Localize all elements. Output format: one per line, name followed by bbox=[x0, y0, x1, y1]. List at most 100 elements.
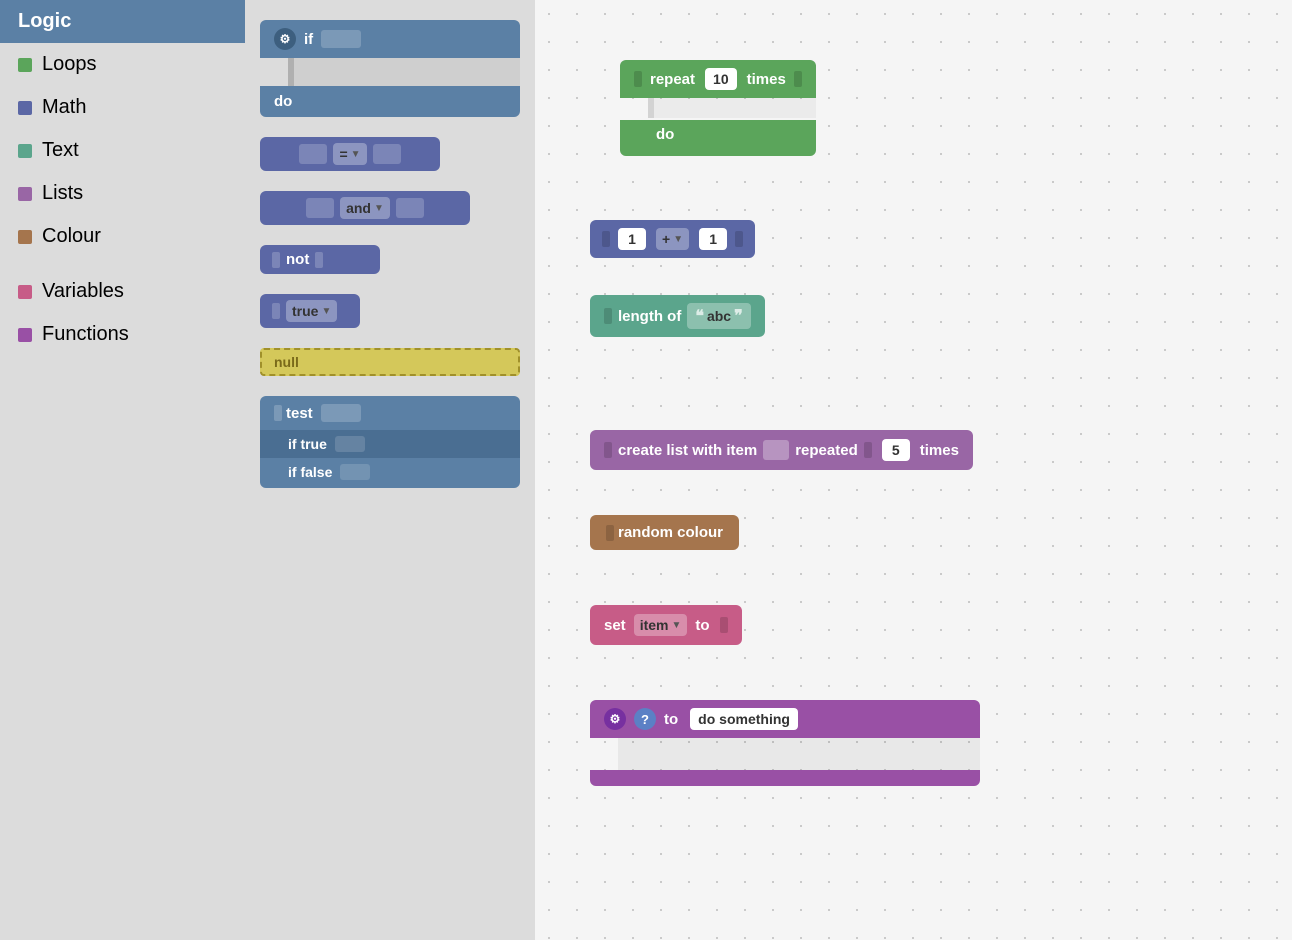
func-to-label: to bbox=[664, 711, 678, 728]
and-block[interactable]: and ▼ bbox=[260, 191, 520, 225]
list-times-label: times bbox=[920, 442, 959, 459]
open-quote-icon: ❝ bbox=[695, 306, 704, 326]
workspace: repeat 10 times do 1 + ▼ 1 len bbox=[535, 0, 1292, 940]
length-notch bbox=[604, 308, 612, 324]
equals-slot-right bbox=[373, 144, 401, 164]
equals-slot-left bbox=[299, 144, 327, 164]
colour-color-dot bbox=[18, 230, 32, 244]
func-name[interactable]: do something bbox=[690, 708, 798, 730]
function-block[interactable]: ⚙ ? to do something bbox=[590, 700, 980, 786]
sidebar-item-lists[interactable]: Lists bbox=[0, 172, 245, 215]
lists-color-dot bbox=[18, 187, 32, 201]
list-value[interactable]: 5 bbox=[882, 439, 910, 461]
repeat-value[interactable]: 10 bbox=[705, 68, 737, 90]
variables-color-dot bbox=[18, 285, 32, 299]
dropdown-arrow-icon: ▼ bbox=[351, 149, 361, 160]
sidebar-item-loops[interactable]: Loops bbox=[0, 43, 245, 86]
ternary-block[interactable]: test if true if false bbox=[260, 396, 520, 488]
ternary-notch bbox=[274, 405, 282, 421]
dropdown-arrow-icon2: ▼ bbox=[374, 203, 384, 214]
null-block[interactable]: null bbox=[260, 348, 520, 376]
var-dropdown-arrow: ▼ bbox=[671, 620, 681, 631]
if-block[interactable]: ⚙ if do bbox=[260, 20, 520, 117]
text-color-dot bbox=[18, 144, 32, 158]
sidebar-label-text: Text bbox=[42, 139, 79, 162]
repeat-notch-right bbox=[794, 71, 802, 87]
true-block[interactable]: true ▼ bbox=[260, 294, 520, 328]
repeat-block[interactable]: repeat 10 times do bbox=[620, 60, 816, 156]
loops-color-dot bbox=[18, 58, 32, 72]
var-slot bbox=[720, 617, 728, 633]
and-slot-right bbox=[396, 198, 424, 218]
sidebar-label-loops: Loops bbox=[42, 53, 97, 76]
length-block[interactable]: length of ❝ abc ❞ bbox=[590, 295, 765, 337]
sidebar-item-text[interactable]: Text bbox=[0, 129, 245, 172]
true-dropdown-arrow: ▼ bbox=[321, 306, 331, 317]
func-question-icon: ? bbox=[634, 708, 656, 730]
not-notch bbox=[272, 252, 280, 268]
colour-block[interactable]: random colour bbox=[590, 515, 739, 550]
math-block[interactable]: 1 + ▼ 1 bbox=[590, 220, 755, 258]
var-name-dropdown[interactable]: item ▼ bbox=[634, 614, 688, 636]
list-block[interactable]: create list with item repeated 5 times bbox=[590, 430, 973, 470]
blocks-panel: ⚙ if do = ▼ and ▼ bbox=[245, 0, 535, 940]
math-notch-right bbox=[735, 231, 743, 247]
colour-notch bbox=[606, 525, 614, 541]
list-notch-mid bbox=[864, 442, 872, 458]
repeat-label: repeat bbox=[650, 71, 695, 88]
list-repeated-label: repeated bbox=[795, 442, 858, 459]
sidebar-item-math[interactable]: Math bbox=[0, 86, 245, 129]
and-slot-left bbox=[306, 198, 334, 218]
ternary-false-slot bbox=[340, 464, 370, 480]
math-dropdown-arrow: ▼ bbox=[673, 234, 683, 245]
equals-dropdown[interactable]: = ▼ bbox=[333, 143, 366, 165]
sidebar-item-functions[interactable]: Functions bbox=[0, 313, 245, 356]
sidebar-item-logic[interactable]: Logic bbox=[0, 0, 245, 43]
ternary-test: test bbox=[286, 405, 313, 422]
sidebar-label-math: Math bbox=[42, 96, 86, 119]
true-dropdown[interactable]: true ▼ bbox=[286, 300, 337, 322]
sidebar-item-variables[interactable]: Variables bbox=[0, 270, 245, 313]
if-label: if bbox=[304, 31, 313, 48]
null-label: null bbox=[274, 354, 299, 370]
length-label: length of bbox=[618, 308, 681, 325]
and-dropdown[interactable]: and ▼ bbox=[340, 197, 390, 219]
close-quote-icon: ❞ bbox=[734, 306, 743, 326]
repeat-do-label: do bbox=[656, 126, 674, 143]
sidebar-label-functions: Functions bbox=[42, 323, 129, 346]
math-val1[interactable]: 1 bbox=[618, 228, 646, 250]
list-label: create list with item bbox=[618, 442, 757, 459]
not-notch-right bbox=[315, 252, 323, 268]
to-label: to bbox=[695, 617, 709, 634]
functions-color-dot bbox=[18, 328, 32, 342]
sidebar-label-logic: Logic bbox=[18, 10, 71, 33]
do-label: do bbox=[274, 93, 292, 110]
length-value: abc bbox=[707, 308, 731, 324]
ternary-iftrue: if true bbox=[288, 436, 327, 452]
list-item-slot bbox=[763, 440, 789, 460]
set-label: set bbox=[604, 617, 626, 634]
math-color-dot bbox=[18, 101, 32, 115]
not-block[interactable]: not bbox=[260, 245, 520, 274]
math-val2[interactable]: 1 bbox=[699, 228, 727, 250]
sidebar-label-lists: Lists bbox=[42, 182, 83, 205]
math-notch-left bbox=[602, 231, 610, 247]
sidebar: Logic Loops Math Text Lists Colour Varia… bbox=[0, 0, 245, 940]
repeat-times-label: times bbox=[747, 71, 786, 88]
list-notch-left bbox=[604, 442, 612, 458]
sidebar-divider bbox=[0, 258, 245, 270]
math-op-dropdown[interactable]: + ▼ bbox=[656, 228, 689, 250]
gear-icon: ⚙ bbox=[274, 28, 296, 50]
func-gear-icon: ⚙ bbox=[604, 708, 626, 730]
sidebar-label-colour: Colour bbox=[42, 225, 101, 248]
length-value-container[interactable]: ❝ abc ❞ bbox=[687, 303, 750, 329]
colour-label: random colour bbox=[618, 524, 723, 541]
not-label: not bbox=[286, 251, 309, 268]
ternary-test-slot bbox=[321, 404, 361, 422]
if-slot bbox=[321, 30, 361, 48]
equals-block[interactable]: = ▼ bbox=[260, 137, 520, 171]
sidebar-item-colour[interactable]: Colour bbox=[0, 215, 245, 258]
variable-block[interactable]: set item ▼ to bbox=[590, 605, 742, 645]
ternary-true-slot bbox=[335, 436, 365, 452]
repeat-notch-left bbox=[634, 71, 642, 87]
